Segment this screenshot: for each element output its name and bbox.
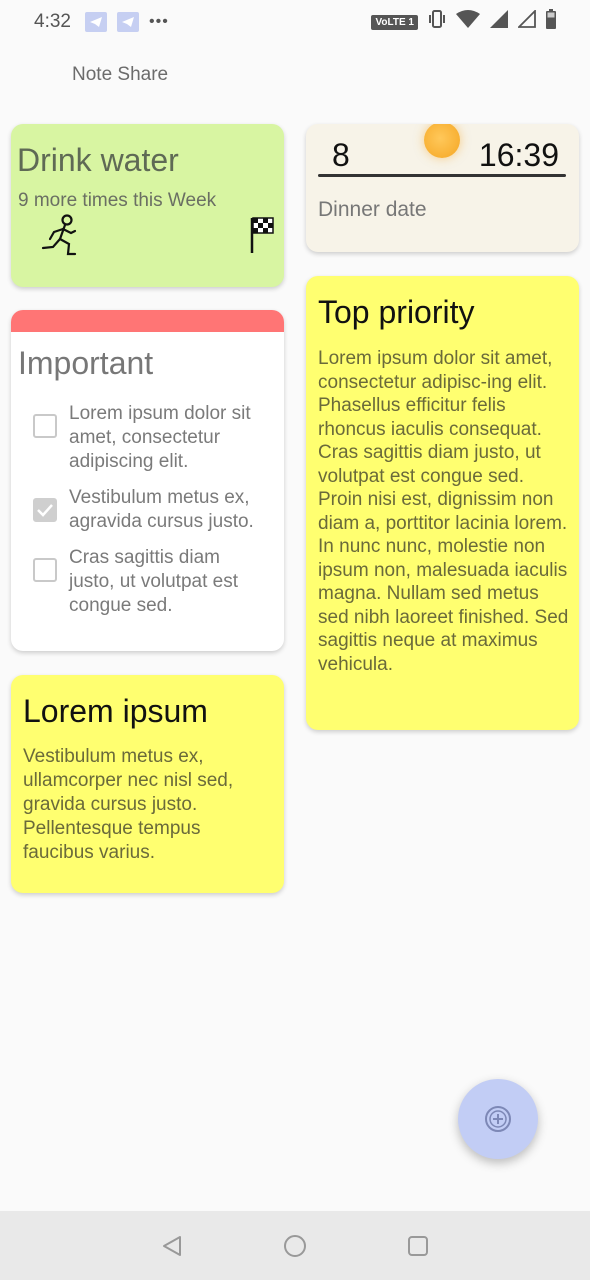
note-drink-water[interactable]: Drink water 9 more times this Week bbox=[11, 124, 284, 287]
recents-icon[interactable] bbox=[400, 1228, 436, 1264]
note-title: Important bbox=[18, 345, 154, 381]
add-icon bbox=[485, 1106, 511, 1132]
battery-icon bbox=[546, 9, 556, 35]
checklist-item[interactable]: Lorem ipsum dolor sit amet, consectetur … bbox=[33, 402, 269, 474]
checkbox-unchecked[interactable] bbox=[33, 558, 57, 582]
add-note-button[interactable] bbox=[458, 1079, 538, 1159]
divider bbox=[318, 174, 566, 177]
note-subtitle: 9 more times this Week bbox=[18, 190, 217, 211]
checkmark-icon bbox=[37, 504, 53, 517]
app-title: Note Share bbox=[72, 64, 169, 85]
dinner-day: 8 bbox=[332, 137, 350, 173]
signal-icon bbox=[490, 10, 508, 34]
status-bar: 4:32 ••• VoLTE 1 bbox=[0, 0, 590, 44]
sun-icon bbox=[424, 124, 460, 158]
telegram-icon bbox=[84, 12, 107, 32]
status-time: 4:32 bbox=[34, 11, 71, 32]
note-body: Vestibulum metus ex, ullamcorper nec nis… bbox=[23, 746, 234, 863]
note-title: Drink water bbox=[17, 142, 179, 178]
note-accent-bar bbox=[11, 310, 284, 332]
note-lorem-ipsum[interactable]: Lorem ipsum Vestibulum metus ex, ullamco… bbox=[11, 675, 284, 893]
status-indicators: VoLTE 1 bbox=[371, 8, 556, 35]
note-body: Lorem ipsum dolor sit amet, consectetur … bbox=[318, 348, 569, 675]
note-title: Top priority bbox=[318, 294, 475, 330]
checklist-item-text: Cras sagittis diam justo, ut volutpat es… bbox=[69, 547, 238, 616]
checkbox-unchecked[interactable] bbox=[33, 414, 57, 438]
runner-icon bbox=[41, 214, 85, 261]
network-badge: VoLTE 1 bbox=[371, 14, 418, 30]
note-important[interactable]: Important Lorem ipsum dolor sit amet, co… bbox=[11, 310, 284, 651]
finish-flag-icon bbox=[249, 216, 275, 259]
signal-icon bbox=[516, 8, 536, 34]
more-icon: ••• bbox=[148, 13, 169, 30]
vibrate-icon bbox=[428, 9, 446, 35]
telegram-icon bbox=[116, 12, 139, 32]
note-title: Dinner date bbox=[318, 198, 427, 221]
checklist-item-text: Vestibulum metus ex, agravida cursus jus… bbox=[69, 487, 254, 532]
checkbox-checked[interactable] bbox=[33, 498, 57, 522]
wifi-icon bbox=[456, 10, 480, 34]
checklist-item[interactable]: Vestibulum metus ex, agravida cursus jus… bbox=[33, 486, 269, 534]
back-icon[interactable] bbox=[154, 1228, 190, 1264]
note-title: Lorem ipsum bbox=[23, 693, 208, 729]
note-top-priority[interactable]: Top priority Lorem ipsum dolor sit amet,… bbox=[306, 276, 579, 730]
dinner-time: 16:39 bbox=[478, 137, 559, 173]
home-icon[interactable] bbox=[277, 1228, 313, 1264]
checklist-item-text: Lorem ipsum dolor sit amet, consectetur … bbox=[69, 403, 251, 472]
checklist-item[interactable]: Cras sagittis diam justo, ut volutpat es… bbox=[33, 546, 269, 618]
system-nav-bar bbox=[0, 1211, 590, 1280]
note-dinner-date[interactable]: 8 16:39 Dinner date bbox=[306, 124, 579, 252]
